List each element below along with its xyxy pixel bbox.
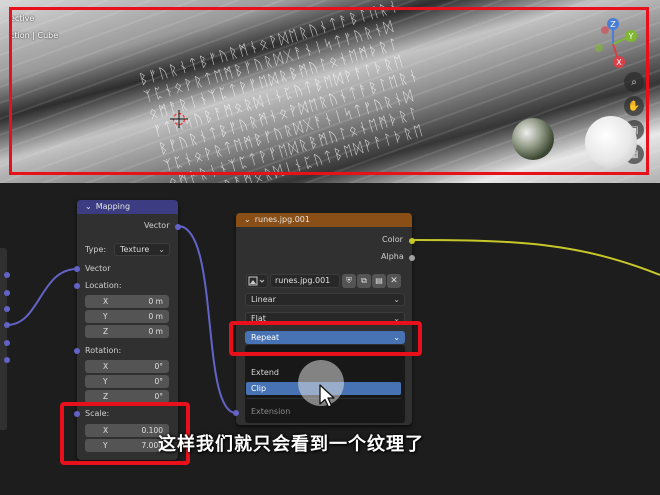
alpha-output-socket[interactable] — [409, 255, 415, 261]
image-name-field[interactable]: runes.jpg.001 — [270, 274, 340, 288]
location-x-field[interactable]: X 0 m — [85, 295, 169, 308]
location-label: Location: — [85, 281, 122, 290]
fake-user-shield-icon[interactable]: ⛨ — [342, 274, 356, 288]
left-node-socket[interactable] — [4, 357, 10, 363]
rotation-y-axis: Y — [103, 377, 108, 386]
repeat-highlight-box — [229, 321, 422, 356]
mapping-type-value: Texture — [120, 245, 150, 254]
left-node-socket[interactable] — [4, 272, 10, 278]
mapping-output-vector-label: Vector — [144, 221, 170, 230]
duplicate-image-icon[interactable]: ⧉ — [357, 274, 371, 288]
image-browse-button[interactable] — [246, 274, 268, 288]
rotation-x-field[interactable]: X 0° — [85, 360, 169, 373]
viewport-highlight-box — [9, 7, 649, 175]
rotation-label: Rotation: — [85, 346, 122, 355]
collapse-chevron-icon[interactable]: ⌄ — [85, 202, 92, 211]
mapping-type-dropdown[interactable]: Texture ⌄ — [114, 243, 170, 256]
mapping-vector-input-label: Vector — [85, 264, 111, 273]
rotation-y-value: 0° — [154, 377, 163, 386]
location-x-value: 0 m — [148, 297, 163, 306]
rotation-input-socket[interactable] — [74, 348, 80, 354]
mapping-output-vector-socket[interactable] — [175, 224, 181, 230]
mapping-node-title: Mapping — [95, 202, 131, 211]
collapse-chevron-icon[interactable]: ⌄ — [244, 215, 251, 224]
image-icon — [248, 276, 265, 286]
location-z-field[interactable]: Z 0 m — [85, 325, 169, 338]
chevron-down-icon: ⌄ — [158, 245, 165, 254]
location-x-axis: X — [103, 297, 109, 306]
interpolation-dropdown[interactable]: Linear ⌄ — [245, 293, 405, 306]
left-node-socket[interactable] — [4, 340, 10, 346]
unlink-close-icon[interactable]: ✕ — [387, 274, 401, 288]
left-node-socket[interactable] — [4, 306, 10, 312]
location-z-axis: Z — [103, 327, 109, 336]
location-y-field[interactable]: Y 0 m — [85, 310, 169, 323]
rotation-y-field[interactable]: Y 0° — [85, 375, 169, 388]
image-node-header[interactable]: ⌄ runes.jpg.001 — [236, 213, 412, 227]
color-output-socket[interactable] — [409, 238, 415, 244]
left-node-socket[interactable] — [4, 290, 10, 296]
image-node-title: runes.jpg.001 — [254, 215, 310, 224]
mapping-node-header[interactable]: ⌄ Mapping — [77, 200, 178, 214]
rotation-x-axis: X — [103, 362, 109, 371]
location-y-axis: Y — [103, 312, 108, 321]
mouse-pointer-icon — [319, 384, 335, 408]
location-y-value: 0 m — [148, 312, 163, 321]
image-vector-input-socket[interactable] — [233, 410, 239, 416]
mapping-vector-input-socket[interactable] — [74, 266, 80, 272]
open-folder-icon[interactable]: ▤ — [372, 274, 386, 288]
location-input-socket[interactable] — [74, 283, 80, 289]
3d-viewport[interactable]: ᛒᚠᚢᚱᚾᛏᛒᚠᚢᚱᛗᚾᛟᚹᛞᛖᚱᚢᚾᛏᚨᛒᛚᛖᚱᚾ ᛉᛈᚾᛟᚹᚱᛏᛖᛗᛒᚠᚢᚱ… — [0, 0, 660, 183]
video-subtitle: 这样我们就只会看到一个纹理了 — [158, 434, 424, 455]
color-output-label: Color — [382, 235, 403, 244]
interpolation-value: Linear — [251, 295, 276, 304]
alpha-output-label: Alpha — [381, 252, 404, 261]
chevron-down-icon: ⌄ — [393, 295, 400, 304]
left-node-socket[interactable] — [4, 322, 10, 328]
location-z-value: 0 m — [148, 327, 163, 336]
rotation-x-value: 0° — [154, 362, 163, 371]
mapping-type-label: Type: — [85, 245, 107, 254]
